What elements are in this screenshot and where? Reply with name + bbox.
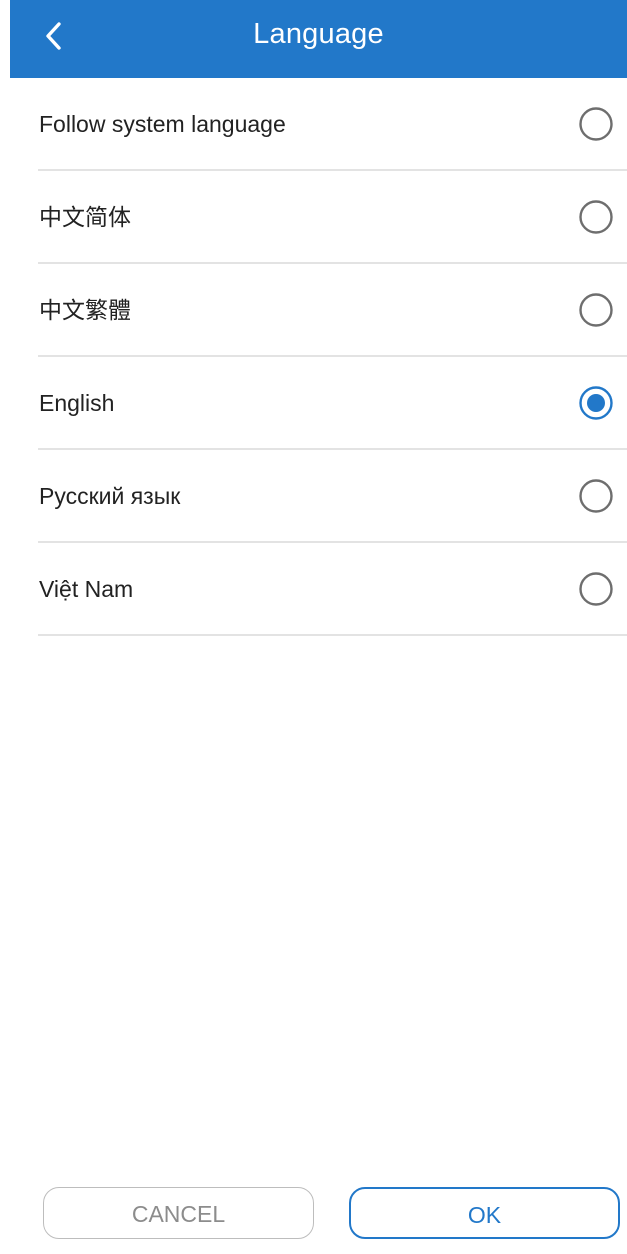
language-list: Follow system language 中文简体中文繁體 English Рус… — [38, 78, 627, 636]
radio-unselected-icon[interactable] — [578, 106, 614, 142]
radio-selected-icon[interactable] — [578, 385, 614, 421]
language-option-label: Follow system language — [39, 111, 286, 137]
language-option-label: English — [39, 390, 115, 416]
language-option[interactable]: Русский язык — [38, 450, 627, 543]
radio-unselected-icon[interactable] — [578, 199, 614, 235]
language-screen: Language Follow system language 中文简体中文繁體 E… — [0, 0, 627, 1254]
page-title: Language — [253, 18, 384, 50]
cancel-button[interactable]: CANCEL — [43, 1187, 314, 1239]
language-option-label: Việt Nam — [39, 576, 134, 602]
radio-unselected-icon[interactable] — [578, 571, 614, 607]
language-option-label: Русский язык — [39, 483, 181, 509]
language-option[interactable]: Việt Nam — [38, 543, 627, 636]
language-option[interactable]: Follow system language — [38, 78, 627, 171]
language-option[interactable]: English — [38, 357, 627, 450]
language-option-label: 中文繁體 — [39, 297, 131, 323]
language-option-label: 中文简体 — [39, 204, 131, 230]
radio-unselected-icon[interactable] — [578, 478, 614, 514]
language-option[interactable]: 中文简体 — [38, 171, 627, 264]
top-app-bar: Language — [10, 0, 627, 78]
language-option[interactable]: 中文繁體 — [38, 264, 627, 357]
radio-unselected-icon[interactable] — [578, 292, 614, 328]
ok-button[interactable]: OK — [349, 1187, 620, 1239]
